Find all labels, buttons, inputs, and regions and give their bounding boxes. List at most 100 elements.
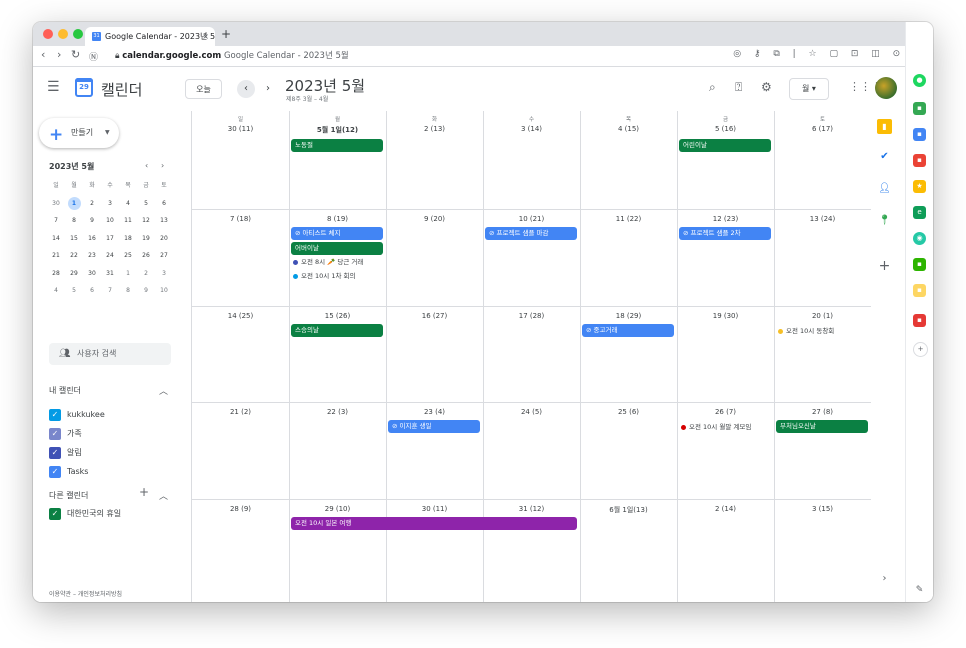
chevron-up-icon[interactable]: ︿ <box>159 489 168 502</box>
timed-event[interactable]: 오전 10시 동창회 <box>778 326 834 337</box>
main-menu-icon[interactable]: ☰ <box>47 79 60 95</box>
mini-day[interactable]: 3 <box>155 265 173 283</box>
mini-day[interactable]: 18 <box>119 230 137 248</box>
extension-red-icon[interactable]: ▪ <box>913 314 926 327</box>
mini-day[interactable]: 14 <box>47 230 65 248</box>
footer-links[interactable]: 이용약관 – 개인정보처리방침 <box>49 589 122 598</box>
add-addon-icon[interactable]: + <box>877 259 892 274</box>
mini-day[interactable]: 10 <box>101 212 119 230</box>
contacts-icon[interactable]: 👤︎ <box>877 181 892 196</box>
previous-period-button[interactable]: ‹ <box>237 80 255 98</box>
mini-prev-month-icon[interactable]: ‹ <box>145 161 148 170</box>
extension-notes-icon[interactable]: ▪ <box>913 284 926 297</box>
mini-day[interactable]: 11 <box>119 212 137 230</box>
date-label[interactable]: 3 (15) <box>774 505 871 513</box>
event-chip[interactable]: 부처님오신날 <box>776 420 868 433</box>
forward-icon[interactable]: › <box>57 48 61 61</box>
mini-day[interactable]: 28 <box>47 265 65 283</box>
mini-day[interactable]: 24 <box>101 247 119 265</box>
extension-n-icon[interactable]: Ⓝ <box>89 50 98 63</box>
mini-day[interactable]: 7 <box>47 212 65 230</box>
mini-day[interactable]: 25 <box>119 247 137 265</box>
event-chip[interactable]: 어린이날 <box>679 139 771 152</box>
date-label[interactable]: 24 (5) <box>483 408 580 416</box>
event-chip[interactable]: ⊘ 아티스트 체지 <box>291 227 383 240</box>
checkbox-checked-icon[interactable]: ✓ <box>49 466 61 478</box>
minimize-window-button[interactable] <box>58 29 68 39</box>
checkbox-checked-icon[interactable]: ✓ <box>49 447 61 459</box>
mini-day[interactable]: 8 <box>119 282 137 300</box>
create-button[interactable]: + 만들기 ▼ <box>39 118 119 148</box>
extension-star-icon[interactable]: ★ <box>913 180 926 193</box>
extension-chat-icon[interactable]: ▪ <box>913 102 926 115</box>
date-label[interactable]: 2 (13) <box>386 125 483 133</box>
extension-talk-icon[interactable]: ▪ <box>913 258 926 271</box>
event-chip[interactable]: 어버이날 <box>291 242 383 255</box>
mini-day[interactable]: 20 <box>155 230 173 248</box>
mini-day[interactable]: 26 <box>137 247 155 265</box>
mini-day[interactable]: 1 <box>65 195 83 213</box>
date-label[interactable]: 20 (1) <box>774 312 871 320</box>
date-label[interactable]: 31 (12) <box>483 505 580 513</box>
address-bar[interactable]: 🔒︎ calendar.google.com Google Calendar -… <box>115 48 615 64</box>
date-label[interactable]: 10 (21) <box>483 215 580 223</box>
event-chip[interactable]: 스승의날 <box>291 324 383 337</box>
timed-event[interactable]: 오전 10시 1차 회의 <box>293 271 356 282</box>
mini-day[interactable]: 31 <box>101 265 119 283</box>
mini-day[interactable]: 22 <box>65 247 83 265</box>
toolbar-icons[interactable]: ◎ ⚷ ⧉ | ☆ ▢ ⊡ ◫ ⊙ ⋮ <box>733 49 927 59</box>
date-label[interactable]: 7 (18) <box>192 215 289 223</box>
avatar[interactable] <box>875 77 897 99</box>
close-window-button[interactable] <box>43 29 53 39</box>
date-label[interactable]: 9 (20) <box>386 215 483 223</box>
date-label[interactable]: 6월 1일(13) <box>580 505 677 515</box>
expand-panel-icon[interactable]: › <box>877 571 892 586</box>
search-people-input[interactable]: 👥︎ 사용자 검색 <box>49 343 171 365</box>
pin-icon[interactable]: ✎ <box>913 584 926 597</box>
checkbox-checked-icon[interactable]: ✓ <box>49 409 61 421</box>
help-icon[interactable]: ⍰ <box>735 80 742 95</box>
mini-day[interactable]: 21 <box>47 247 65 265</box>
mini-day[interactable]: 19 <box>137 230 155 248</box>
extension-blue-icon[interactable]: ▪ <box>913 128 926 141</box>
event-chip[interactable]: 오전 10시 일본 여행 <box>291 517 577 530</box>
date-label[interactable]: 17 (28) <box>483 312 580 320</box>
mini-day[interactable]: 5 <box>65 282 83 300</box>
date-label[interactable]: 5 (16) <box>677 125 774 133</box>
date-label[interactable]: 18 (29) <box>580 312 677 320</box>
date-label[interactable]: 22 (3) <box>289 408 386 416</box>
event-chip[interactable]: ⊘ 프로젝트 샘플 2차 <box>679 227 771 240</box>
search-icon[interactable]: ⌕ <box>709 80 716 95</box>
maps-icon[interactable]: 📍︎ <box>877 213 892 228</box>
mini-day[interactable]: 13 <box>155 212 173 230</box>
mini-day[interactable]: 2 <box>137 265 155 283</box>
mini-day[interactable]: 9 <box>137 282 155 300</box>
mini-day[interactable]: 6 <box>155 195 173 213</box>
checkbox-checked-icon[interactable]: ✓ <box>49 428 61 440</box>
mini-day[interactable]: 6 <box>83 282 101 300</box>
mini-day[interactable]: 9 <box>83 212 101 230</box>
date-label[interactable]: 2 (14) <box>677 505 774 513</box>
date-label[interactable]: 3 (14) <box>483 125 580 133</box>
maximize-window-button[interactable] <box>73 29 83 39</box>
date-label[interactable]: 12 (23) <box>677 215 774 223</box>
settings-gear-icon[interactable]: ⚙ <box>761 80 772 94</box>
date-label[interactable]: 30 (11) <box>192 125 289 133</box>
event-chip[interactable]: ⊘ 중고거래 <box>582 324 674 337</box>
timed-event[interactable]: 오전 10시 월말 계모임 <box>681 422 751 433</box>
date-label[interactable]: 30 (11) <box>386 505 483 513</box>
mini-day[interactable]: 1 <box>119 265 137 283</box>
extension-add-icon[interactable]: + <box>913 342 928 357</box>
date-label[interactable]: 25 (6) <box>580 408 677 416</box>
event-chip[interactable]: 노동절 <box>291 139 383 152</box>
date-label[interactable]: 15 (26) <box>289 312 386 320</box>
mini-day[interactable]: 29 <box>65 265 83 283</box>
date-label[interactable]: 6 (17) <box>774 125 871 133</box>
tasks-icon[interactable]: ✔ <box>877 149 892 164</box>
event-chip[interactable]: ⊘ 이지훈 생일 <box>388 420 480 433</box>
back-icon[interactable]: ‹ <box>41 48 45 61</box>
mini-day[interactable]: 16 <box>83 230 101 248</box>
date-label[interactable]: 28 (9) <box>192 505 289 513</box>
mini-day[interactable]: 30 <box>47 195 65 213</box>
mini-day[interactable]: 30 <box>83 265 101 283</box>
